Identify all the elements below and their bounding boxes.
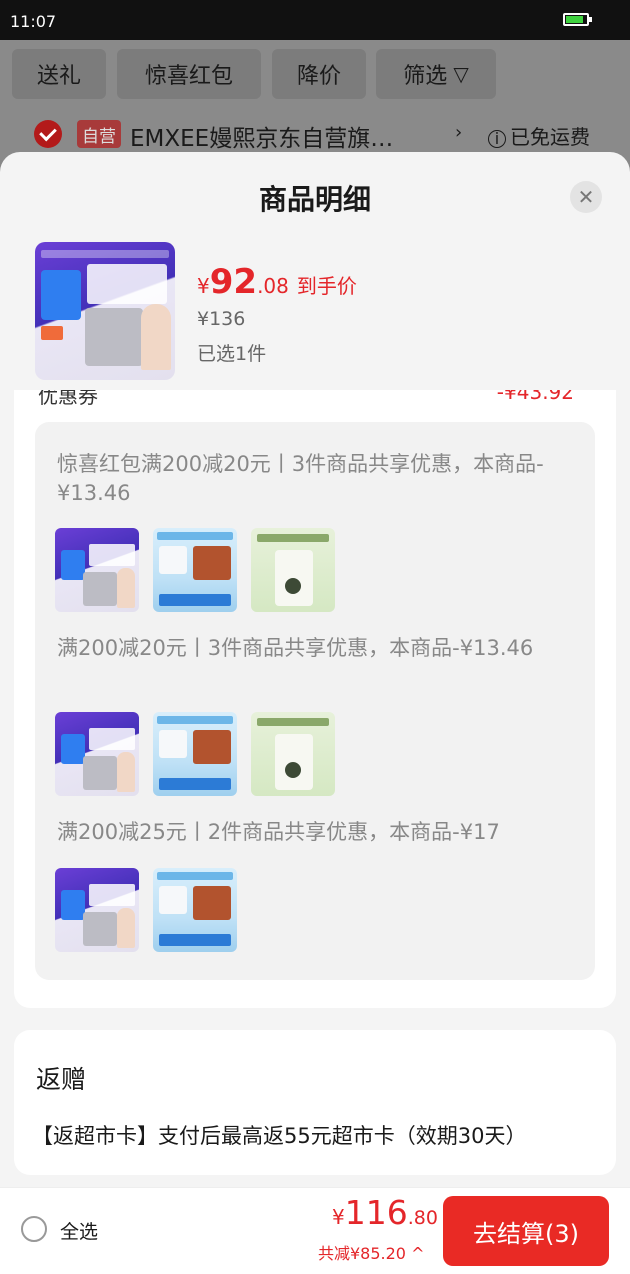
- product-thumbnail-green[interactable]: [251, 528, 335, 612]
- product-thumbnail-blue[interactable]: [153, 712, 237, 796]
- price-decimal: .08: [257, 274, 289, 298]
- self-operated-badge: 自营: [77, 120, 121, 148]
- filter-icon: ▽: [453, 62, 469, 86]
- rebate-description: 【返超市卡】支付后最高返55元超市卡（效期30天）: [32, 1124, 527, 1148]
- close-icon: ✕: [577, 185, 595, 209]
- tab-price-drop[interactable]: 降价: [272, 49, 366, 99]
- rebate-card: 返赠 【返超市卡】支付后最高返55元超市卡（效期30天）: [14, 1030, 616, 1175]
- info-icon: i: [488, 130, 506, 148]
- background-page: 送礼 惊喜红包 降价 筛选 ▽ 自营 EMXEE嫚熙京东自营旗… › i 已免运费: [0, 40, 630, 160]
- store-name[interactable]: EMXEE嫚熙京东自营旗…: [130, 119, 393, 153]
- checkout-bar: 全选 ¥116.80 共减¥85.20 ^ 去结算(3): [0, 1187, 630, 1274]
- promo-thumbs: [55, 868, 237, 952]
- select-all-label[interactable]: 全选: [60, 1217, 98, 1244]
- product-thumbnail-blue[interactable]: [153, 528, 237, 612]
- saved-amount-toggle[interactable]: 共减¥85.20 ^: [318, 1240, 424, 1264]
- product-thumbnail-purple[interactable]: [55, 868, 139, 952]
- discount-card: 优惠券 -¥43.92 惊喜红包满200减20元丨3件商品共享优惠，本商品-¥1…: [14, 370, 616, 1008]
- price-symbol: ¥: [197, 274, 210, 298]
- checked-icon[interactable]: [34, 120, 62, 148]
- product-thumbnail-green[interactable]: [251, 712, 335, 796]
- shipping-label: 已免运费: [510, 125, 590, 149]
- close-button[interactable]: ✕: [570, 181, 602, 213]
- total-symbol: ¥: [332, 1205, 345, 1229]
- select-all-radio[interactable]: [21, 1216, 47, 1242]
- checkout-button[interactable]: 去结算(3): [443, 1196, 609, 1266]
- tab-price-drop-label: 降价: [296, 64, 341, 89]
- product-thumbnail-purple[interactable]: [55, 528, 139, 612]
- tab-filter-label: 筛选: [403, 64, 448, 89]
- promo-thumbs: [55, 528, 335, 612]
- total-integer: 116: [344, 1193, 408, 1232]
- product-thumbnail[interactable]: [35, 242, 175, 380]
- tab-gift[interactable]: 送礼: [12, 49, 106, 99]
- status-bar: 11:07: [0, 0, 630, 40]
- selected-count: 已选1件: [197, 343, 267, 365]
- final-price: ¥92.08 到手价: [197, 262, 357, 302]
- total-price: ¥116.80: [332, 1193, 438, 1232]
- promo-list: 惊喜红包满200减20元丨3件商品共享优惠，本商品-¥13.46 满200减20…: [35, 422, 595, 980]
- promo-text: 惊喜红包满200减20元丨3件商品共享优惠，本商品-¥13.46: [57, 452, 544, 505]
- promo-text: 满200减20元丨3件商品共享优惠，本商品-¥13.46: [57, 636, 534, 660]
- tab-surprise-redpack-label: 惊喜红包: [144, 64, 233, 89]
- battery-level: [566, 16, 583, 23]
- tab-filter[interactable]: 筛选 ▽: [376, 49, 496, 99]
- clock: 11:07: [10, 12, 57, 31]
- original-price: ¥136: [197, 308, 246, 330]
- total-decimal: .80: [407, 1207, 438, 1229]
- tab-surprise-redpack[interactable]: 惊喜红包: [117, 49, 261, 99]
- price-integer: 92: [209, 262, 258, 302]
- chevron-right-icon: ›: [455, 122, 463, 143]
- product-summary: ¥92.08 到手价 ¥136 已选1件: [0, 240, 630, 390]
- product-thumbnail-purple[interactable]: [55, 712, 139, 796]
- tab-gift-label: 送礼: [36, 64, 81, 89]
- product-thumbnail-blue[interactable]: [153, 868, 237, 952]
- product-detail-sheet: 商品明细 ✕ ¥92.08 到手价 ¥136 已选1件 优惠券 -¥43.92 惊…: [0, 152, 630, 1273]
- battery-icon: [563, 13, 592, 26]
- shipping-info: i 已免运费: [488, 121, 590, 150]
- sheet-title: 商品明细: [258, 183, 371, 216]
- rebate-title: 返赠: [36, 1065, 87, 1094]
- promo-thumbs: [55, 712, 335, 796]
- promo-text: 满200减25元丨2件商品共享优惠，本商品-¥17: [57, 820, 500, 844]
- price-tag: 到手价: [296, 274, 357, 298]
